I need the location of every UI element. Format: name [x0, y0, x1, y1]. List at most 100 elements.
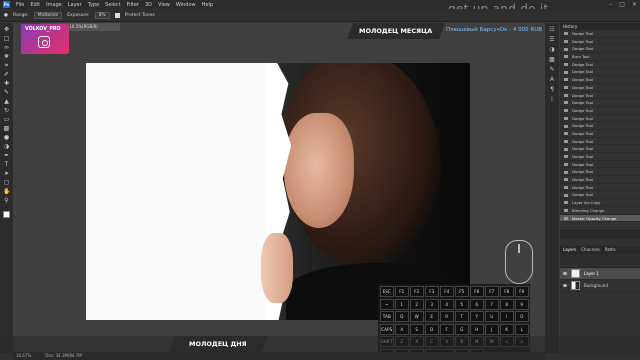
eye-icon[interactable] [563, 284, 567, 287]
shape-tool-icon[interactable]: ▢ [3, 180, 10, 186]
history-item[interactable]: Dodge Tool [560, 191, 640, 200]
history-item[interactable]: Dodge Tool [560, 184, 640, 192]
quick-select-tool-icon[interactable]: ❖ [3, 54, 10, 60]
tab-channels[interactable]: Channels [581, 246, 600, 254]
hand-tool-icon[interactable]: ✋ [3, 189, 10, 195]
history-item[interactable]: Dodge Tool [560, 92, 640, 100]
type-tool-icon[interactable]: T [3, 162, 10, 168]
eye-icon[interactable] [563, 272, 567, 275]
menu-filter[interactable]: Filter [127, 2, 139, 8]
swatches-panel-icon[interactable]: ▩ [549, 57, 556, 63]
history-item[interactable]: Dodge Tool [560, 45, 640, 54]
close-icon[interactable]: ✕ [632, 1, 637, 8]
paragraph-panel-icon[interactable]: ¶ [549, 87, 556, 93]
properties-panel-icon[interactable]: ☰ [549, 37, 556, 43]
key: K [500, 323, 514, 335]
lasso-tool-icon[interactable]: ∞ [3, 45, 10, 51]
layer-row[interactable]: Background [560, 280, 640, 292]
exposure-input[interactable]: 8% [94, 11, 110, 19]
blur-tool-icon[interactable]: ● [3, 135, 10, 141]
character-panel-icon[interactable]: A [549, 77, 556, 83]
history-brush-icon[interactable]: ↻ [3, 108, 10, 114]
history-item[interactable]: Layer Via Copy [560, 199, 640, 207]
adjustments-panel-icon[interactable]: ◑ [549, 47, 556, 53]
history-panel-title[interactable]: History [560, 23, 640, 30]
menu-edit[interactable]: Edit [30, 2, 40, 8]
history-item[interactable]: Dodge Tool [560, 176, 640, 184]
history-item[interactable]: Dodge Tool [560, 99, 640, 107]
top-banner-text: МОЛОДЕЦ МЕСЯЦА [359, 27, 433, 35]
healing-tool-icon[interactable]: ✚ [3, 81, 10, 87]
key: F9 [515, 286, 529, 297]
brush-panel-icon[interactable]: ✎ [549, 67, 556, 73]
history-item[interactable]: Dodge Tool [560, 61, 640, 69]
history-item[interactable]: Dodge Tool [560, 38, 640, 46]
key: 8 [500, 298, 514, 310]
zoom-tool-icon[interactable]: ⚲ [3, 198, 10, 204]
dodge-tool-icon[interactable]: ● [4, 13, 8, 18]
history-item[interactable]: Dodge Tool [560, 168, 640, 177]
key: F7 [485, 286, 499, 297]
history-item[interactable]: Burn Tool [560, 53, 640, 61]
protect-tones-label: Protect Tones [124, 12, 155, 18]
menu-window[interactable]: Window [176, 2, 196, 8]
history-list: Dodge Tool Dodge Tool Dodge Tool Burn To… [560, 30, 640, 230]
brush-tool-icon[interactable]: ✎ [3, 90, 10, 96]
history-item[interactable]: Dodge Tool [560, 30, 640, 38]
key: 4 [440, 298, 454, 310]
menu-layer[interactable]: Layer [68, 2, 82, 8]
layer-row[interactable]: Layer 1 [560, 268, 640, 280]
key: H [470, 323, 484, 335]
history-item[interactable]: Dodge Tool [560, 68, 640, 77]
history-item-selected[interactable]: Master Opacity Change [560, 214, 640, 223]
history-item[interactable]: Dodge Tool [560, 107, 640, 115]
minimize-icon[interactable]: – [609, 1, 612, 8]
info-panel-icon[interactable]: i [549, 97, 556, 103]
bottom-banner-text: МОЛОДЕЦ ДНЯ [189, 340, 247, 348]
crop-tool-icon[interactable]: ⌗ [3, 63, 10, 69]
history-item[interactable]: Dodge Tool [560, 138, 640, 146]
tab-layers[interactable]: Layers [563, 246, 576, 254]
donation-text: Плюшевый БарсучОк - 4 000 RUB [446, 27, 543, 33]
menu-file[interactable]: File [16, 2, 24, 8]
history-panel-icon[interactable]: ☷ [549, 27, 556, 33]
protect-tones-checkbox[interactable] [114, 12, 120, 18]
history-item[interactable]: Dodge Tool [560, 115, 640, 123]
zoom-level[interactable]: 16.67% [16, 352, 31, 360]
menu-3d[interactable]: 3D [145, 2, 152, 8]
key: T [455, 311, 469, 322]
eraser-tool-icon[interactable]: ▭ [3, 117, 10, 123]
eyedropper-tool-icon[interactable]: ✐ [3, 72, 10, 78]
maximize-icon[interactable]: □ [619, 1, 625, 8]
history-item[interactable]: Dodge Tool [560, 122, 640, 130]
foreground-color-swatch[interactable] [3, 211, 10, 218]
menu-image[interactable]: Image [46, 2, 62, 8]
key: F6 [470, 286, 484, 297]
doc-size: Doc: 34.3M/84.7M [45, 353, 82, 358]
marquee-tool-icon[interactable]: □ [3, 36, 10, 42]
range-select[interactable]: Midtones [33, 11, 63, 19]
history-item[interactable]: Dodge Tool [560, 130, 640, 138]
history-item[interactable]: Dodge Tool [560, 153, 640, 161]
history-item[interactable]: Dodge Tool [560, 161, 640, 169]
path-select-icon[interactable]: ➤ [3, 171, 10, 177]
menu-help[interactable]: Help [202, 2, 213, 8]
history-item[interactable]: Blending Change [560, 207, 640, 215]
history-item[interactable]: Dodge Tool [560, 76, 640, 84]
gradient-tool-icon[interactable]: ▩ [3, 126, 10, 132]
history-item[interactable]: Dodge Tool [560, 145, 640, 153]
menu-type[interactable]: Type [88, 2, 99, 8]
dodge-tool-icon[interactable]: ◑ [3, 144, 10, 150]
key: S [410, 323, 424, 335]
move-tool-icon[interactable]: ✥ [3, 27, 10, 33]
tab-paths[interactable]: Paths [605, 246, 616, 254]
stamp-tool-icon[interactable]: ▲ [3, 99, 10, 105]
key: 6 [470, 298, 484, 310]
history-item[interactable]: Dodge Tool [560, 84, 640, 92]
portrait-face [284, 113, 354, 228]
menu-view[interactable]: View [158, 2, 170, 8]
menu-select[interactable]: Select [105, 2, 120, 8]
pen-tool-icon[interactable]: ✒ [3, 153, 10, 159]
key: F8 [500, 286, 514, 297]
document-canvas[interactable] [86, 63, 470, 320]
